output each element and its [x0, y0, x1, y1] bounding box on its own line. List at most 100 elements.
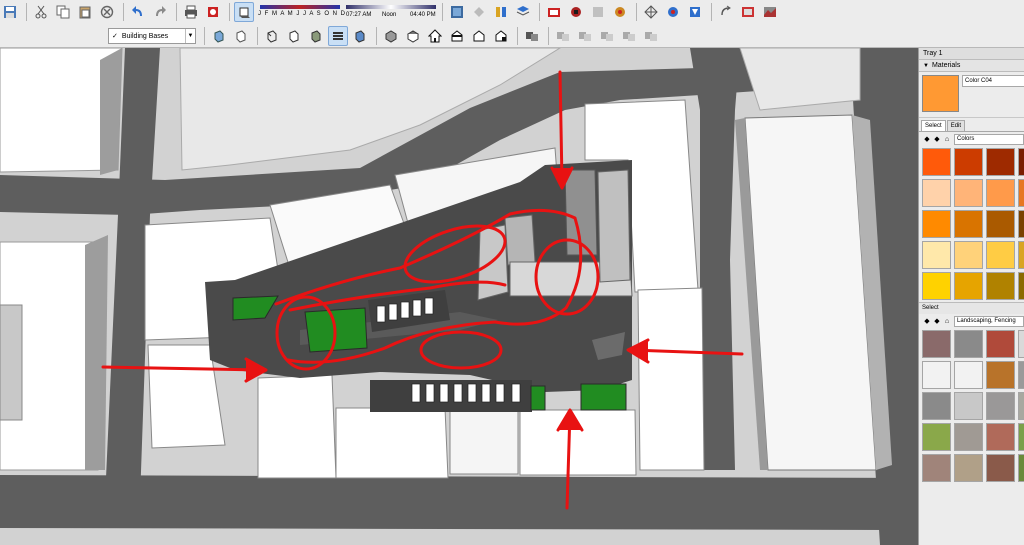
layers-icon[interactable] [513, 2, 533, 22]
color-swatch[interactable] [922, 210, 951, 238]
texture-swatch[interactable] [954, 423, 983, 451]
subtract-icon[interactable] [597, 26, 617, 46]
scenes-icon[interactable] [544, 2, 564, 22]
back-edges-icon[interactable] [231, 26, 251, 46]
shadows-toggle-icon[interactable] [234, 2, 254, 22]
toggle-terrain-icon[interactable] [760, 2, 780, 22]
chevron-down-icon[interactable]: ▼ [185, 29, 195, 43]
shadows-icon[interactable] [566, 2, 586, 22]
library-select-2[interactable]: Landscaping, Fencing [954, 315, 1024, 327]
soften-edges-icon[interactable] [610, 2, 630, 22]
share-model-icon[interactable] [663, 2, 683, 22]
texture-swatch[interactable] [922, 454, 951, 482]
time-slider-track[interactable] [346, 5, 436, 9]
color-swatch[interactable] [954, 179, 983, 207]
color-swatch[interactable] [1018, 210, 1024, 238]
xray-icon[interactable] [209, 26, 229, 46]
texture-swatch[interactable] [922, 361, 951, 389]
cut-icon[interactable] [31, 2, 51, 22]
color-swatch[interactable] [986, 241, 1015, 269]
texture-swatch[interactable] [1018, 392, 1024, 420]
materials-panel-header[interactable]: ▼ Materials [919, 60, 1024, 72]
top-view-icon[interactable] [403, 26, 423, 46]
outer-shell-icon[interactable] [522, 26, 542, 46]
home-icon[interactable]: ⌂ [942, 136, 952, 143]
add-location-icon[interactable] [738, 2, 758, 22]
left-view-icon[interactable] [491, 26, 511, 46]
shaded-icon[interactable] [306, 26, 326, 46]
color-swatch[interactable] [1018, 148, 1024, 176]
texture-swatch[interactable] [986, 361, 1015, 389]
texture-swatch[interactable] [986, 392, 1015, 420]
texture-swatch[interactable] [986, 454, 1015, 482]
current-material-swatch[interactable] [922, 75, 959, 112]
color-swatch[interactable] [922, 179, 951, 207]
color-swatch[interactable] [922, 241, 951, 269]
undo-icon[interactable] [128, 2, 148, 22]
material-name-field[interactable]: Color C04 [962, 75, 1024, 87]
right-view-icon[interactable] [447, 26, 467, 46]
copy-icon[interactable] [53, 2, 73, 22]
wireframe-icon[interactable] [262, 26, 282, 46]
iso-view-icon[interactable] [381, 26, 401, 46]
texture-swatch[interactable] [954, 361, 983, 389]
redo-icon[interactable] [150, 2, 170, 22]
color-swatch[interactable] [986, 210, 1015, 238]
texture-swatch[interactable] [986, 330, 1015, 358]
styles-icon[interactable] [491, 2, 511, 22]
split-icon[interactable] [641, 26, 661, 46]
color-swatch[interactable] [986, 179, 1015, 207]
texture-swatch[interactable] [1018, 454, 1024, 482]
union-icon[interactable] [575, 26, 595, 46]
solid-tools-icon[interactable] [716, 2, 736, 22]
texture-swatch[interactable] [1018, 361, 1024, 389]
library-select[interactable]: Colors [954, 133, 1024, 145]
color-swatch[interactable] [986, 148, 1015, 176]
paste-icon[interactable] [75, 2, 95, 22]
shaded-textures-icon[interactable] [328, 26, 348, 46]
tab-select[interactable]: Select [921, 120, 946, 131]
collapse-triangle-icon[interactable]: ▼ [923, 63, 929, 69]
monochrome-icon[interactable] [350, 26, 370, 46]
texture-swatch[interactable] [1018, 423, 1024, 451]
date-slider-track[interactable] [260, 5, 340, 9]
model-viewport[interactable] [0, 48, 918, 545]
texture-swatch[interactable] [954, 454, 983, 482]
color-swatch[interactable] [1018, 272, 1024, 300]
texture-swatch[interactable] [1018, 330, 1024, 358]
trim-icon[interactable] [619, 26, 639, 46]
color-swatch[interactable] [954, 272, 983, 300]
color-swatch[interactable] [986, 272, 1015, 300]
color-swatch[interactable] [954, 148, 983, 176]
texture-swatch[interactable] [954, 392, 983, 420]
tab-edit[interactable]: Edit [946, 120, 966, 131]
style-dropdown[interactable]: ✓ Building Bases ▼ [108, 28, 196, 44]
materials-icon[interactable] [469, 2, 489, 22]
color-swatch[interactable] [1018, 179, 1024, 207]
fog-icon[interactable] [588, 2, 608, 22]
components-icon[interactable] [447, 2, 467, 22]
back-arrow-icon[interactable]: ◆ [922, 135, 932, 143]
home-icon[interactable]: ⌂ [942, 318, 952, 325]
shadow-time-slider[interactable]: 07:27 AM Noon 04:40 PM [346, 2, 436, 22]
save-icon[interactable] [0, 2, 20, 22]
color-swatch[interactable] [954, 210, 983, 238]
color-swatch[interactable] [922, 148, 951, 176]
texture-swatch[interactable] [954, 330, 983, 358]
texture-swatch[interactable] [922, 392, 951, 420]
forward-arrow-icon[interactable]: ◆ [932, 317, 942, 325]
erase-icon[interactable] [97, 2, 117, 22]
texture-swatch[interactable] [922, 330, 951, 358]
extension-icon[interactable] [685, 2, 705, 22]
back-view-icon[interactable] [469, 26, 489, 46]
forward-arrow-icon[interactable]: ◆ [932, 135, 942, 143]
hidden-line-icon[interactable] [284, 26, 304, 46]
shadow-date-slider[interactable]: J F M A M J J A S O N D [258, 2, 345, 22]
color-swatch[interactable] [1018, 241, 1024, 269]
intersect-icon[interactable] [553, 26, 573, 46]
color-swatch[interactable] [954, 241, 983, 269]
texture-swatch[interactable] [986, 423, 1015, 451]
front-view-icon[interactable] [425, 26, 445, 46]
warehouse-icon[interactable] [641, 2, 661, 22]
texture-swatch[interactable] [922, 423, 951, 451]
